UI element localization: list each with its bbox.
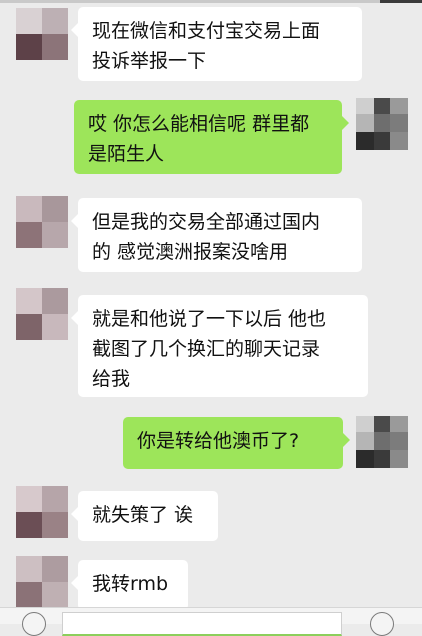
emoji-icon[interactable] xyxy=(370,612,394,636)
voice-icon[interactable] xyxy=(22,612,46,636)
message-bubble[interactable]: 但是我的交易全部通过国内 的 感觉澳洲报案没啥用 xyxy=(71,198,362,272)
message-bubble[interactable]: 现在微信和支付宝交易上面 投诉举报一下 xyxy=(71,7,362,81)
self-avatar[interactable] xyxy=(356,98,408,150)
contact-avatar[interactable] xyxy=(16,196,68,248)
message-bubble[interactable]: 哎 你怎么能相信呢 群里都 是陌生人 xyxy=(74,100,349,174)
chat-area[interactable]: 现在微信和支付宝交易上面 投诉举报一下 哎 你怎么能相信呢 群里都 是陌生人 但… xyxy=(0,0,422,610)
message-input[interactable] xyxy=(62,612,342,636)
contact-avatar[interactable] xyxy=(16,486,68,538)
message-bubble[interactable]: 就失策了 诶 xyxy=(71,491,218,541)
self-avatar[interactable] xyxy=(356,416,408,468)
input-toolbar xyxy=(0,607,422,636)
status-bar xyxy=(0,0,422,3)
status-bar-indicator xyxy=(380,0,422,3)
message-bubble[interactable]: 我转rmb xyxy=(71,560,188,610)
contact-avatar[interactable] xyxy=(16,288,68,340)
contact-avatar[interactable] xyxy=(16,8,68,60)
message-bubble[interactable]: 你是转给他澳币了? xyxy=(123,417,350,469)
contact-avatar[interactable] xyxy=(16,556,68,608)
message-bubble[interactable]: 就是和他说了一下以后 他也 截图了几个换汇的聊天记录 给我 xyxy=(71,295,368,397)
